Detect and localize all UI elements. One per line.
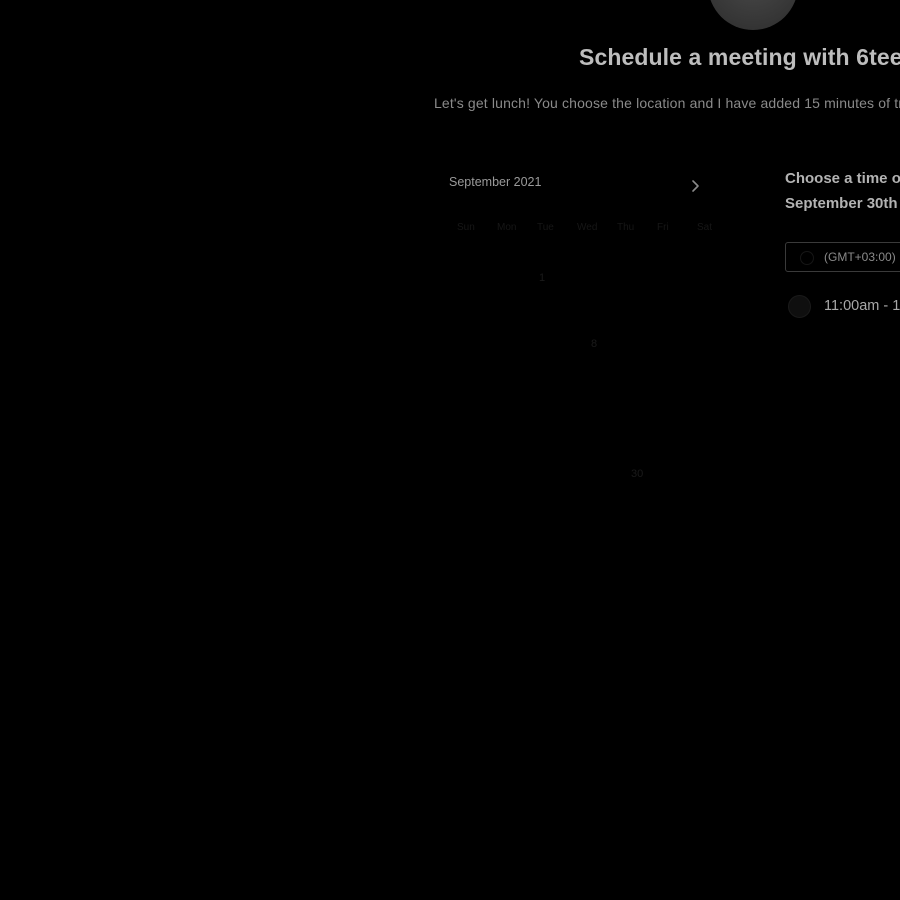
timezone-value: (GMT+03:00) [824, 250, 896, 264]
weekday-label: Thu [617, 222, 635, 233]
timezone-select[interactable]: (GMT+03:00) [785, 242, 900, 272]
selected-date-heading: September 30th [785, 195, 898, 212]
calendar-day[interactable]: 8 [591, 338, 597, 350]
time-slot-option[interactable]: 11:00am - 12:00pm [788, 294, 900, 320]
calendar-month-label: September 2021 [449, 175, 542, 189]
weekday-label: Sat [697, 222, 713, 233]
time-slot-label: 11:00am - 12:00pm [824, 298, 900, 314]
weekday-header-row: Sun Mon Tue Wed Thu Fri Sat [457, 222, 722, 236]
choose-time-heading: Choose a time on [785, 170, 900, 187]
weekday-label: Fri [657, 222, 669, 233]
weekday-label: Mon [497, 222, 517, 233]
scheduling-page: Schedule a meeting with 6teen Let's get … [0, 0, 900, 900]
meeting-description: Let's get lunch! You choose the location… [434, 95, 900, 111]
page-title: Schedule a meeting with 6teen [579, 44, 900, 70]
globe-icon [800, 251, 814, 265]
weekday-label: Tue [537, 222, 554, 233]
weekday-label: Wed [577, 222, 598, 233]
time-picker: Choose a time on September 30th (GMT+03:… [785, 166, 900, 318]
calendar-day[interactable]: 1 [539, 272, 545, 284]
next-month-button[interactable] [685, 176, 705, 196]
host-avatar [708, 0, 798, 30]
weekday-label: Sun [457, 222, 475, 233]
radio-icon [788, 295, 811, 318]
calendar: September 2021 Sun Mon Tue Wed Thu Fri S… [449, 170, 719, 490]
chevron-right-icon [692, 180, 699, 192]
calendar-day[interactable]: 30 [631, 468, 643, 480]
